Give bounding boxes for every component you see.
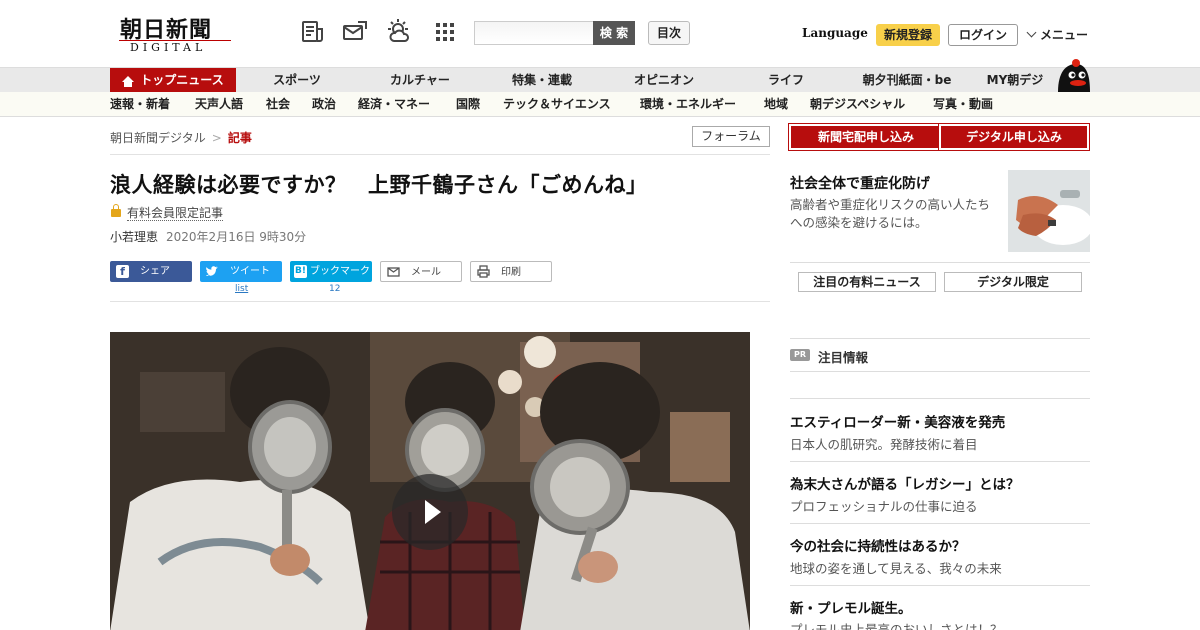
breadcrumb: 朝日新聞デジタル > 記事	[110, 129, 252, 146]
register-button[interactable]: 新規登録	[876, 24, 940, 46]
facebook-share-label: シェア	[140, 266, 170, 277]
breadcrumb-home[interactable]: 朝日新聞デジタル	[110, 131, 206, 145]
nav-paper[interactable]: 朝夕刊紙面・be	[854, 68, 960, 93]
byline: 小若理恵 2020年2月16日 9時30分	[110, 228, 306, 245]
newspaper-icon[interactable]	[300, 19, 326, 45]
paid-member-badge[interactable]: 有料会員限定記事	[111, 204, 224, 221]
language-link[interactable]: Language	[802, 26, 868, 40]
print-icon	[477, 265, 490, 278]
pr-badge: PR	[790, 349, 810, 361]
twitter-share-label: ツイート	[230, 266, 270, 277]
home-icon	[122, 76, 135, 87]
login-button[interactable]: ログイン	[948, 24, 1018, 46]
pr-item-description: 日本人の肌研究。発酵技術に着目	[790, 437, 978, 452]
search-input[interactable]	[474, 21, 594, 45]
facebook-share-button[interactable]: f シェア	[110, 261, 192, 282]
nav-sports[interactable]: スポーツ	[262, 68, 332, 93]
digital-subscribe-button[interactable]: デジタル申し込み	[941, 126, 1087, 148]
pr-item-description: プロフェッショナルの仕事に迫る	[790, 499, 978, 514]
nav-society[interactable]: 社会	[266, 92, 290, 117]
divider	[790, 371, 1090, 372]
print-label: 印刷	[501, 267, 521, 278]
article-headline: 浪人経験は必要ですか？ 上野千鶴子さん「ごめんね」	[110, 173, 648, 197]
facebook-icon: f	[116, 265, 129, 278]
nav-special[interactable]: 朝デジスペシャル	[810, 92, 905, 117]
hatena-icon: B!	[294, 265, 307, 278]
logo-sub-text: DIGITAL	[127, 41, 210, 54]
featured-description: 高齢者や重症化リスクの高い人たちへの感染を避けるには。	[790, 197, 991, 230]
hatena-bookmark-label: ブックマーク	[310, 266, 370, 277]
nav-features[interactable]: 特集・連載	[502, 68, 582, 93]
mail-share-button[interactable]: メール	[380, 261, 462, 282]
nav-tech[interactable]: テック＆サイエンス	[503, 92, 611, 117]
author-name: 小若理恵	[110, 230, 159, 244]
nav-breaking[interactable]: 速報・新着	[110, 92, 170, 117]
nav-international[interactable]: 国際	[456, 92, 480, 117]
breadcrumb-current: 記事	[227, 131, 252, 145]
pr-item-title[interactable]: 為末大さんが語る「レガシー」とは？	[790, 473, 1020, 493]
divider	[790, 398, 1090, 399]
menu-label: メニュー	[1040, 28, 1089, 42]
pr-item-description: プレモル史上最高のおいしさとは！？	[790, 622, 1003, 630]
twitter-share-button[interactable]: ツイート	[200, 261, 282, 282]
pr-item-description: 地球の姿を通して見える、我々の未来	[790, 561, 1002, 576]
secondary-nav: 速報・新着 天声人語 社会 政治 経済・マネー 国際 テック＆サイエンス 環境・…	[0, 92, 1200, 117]
play-button[interactable]	[392, 474, 468, 550]
hatena-count[interactable]: 12	[329, 284, 340, 294]
nav-culture[interactable]: カルチャー	[380, 68, 460, 93]
nav-politics[interactable]: 政治	[312, 92, 336, 117]
nav-top-news-label: トップニュース	[140, 73, 224, 87]
twitter-count[interactable]: list	[235, 284, 248, 294]
mail-icon	[387, 267, 400, 277]
hatena-bookmark-button[interactable]: B! ブックマーク	[290, 261, 372, 282]
site-logo[interactable]: 朝日新聞 DIGITAL	[115, 12, 235, 56]
publish-date: 2020年2月16日 9時30分	[166, 230, 307, 244]
search-button[interactable]: 検 索	[593, 21, 635, 45]
weather-icon[interactable]	[386, 19, 412, 45]
divider	[110, 154, 770, 155]
pr-item-title[interactable]: 今の社会に持続性はあるか？	[790, 535, 966, 555]
toc-button[interactable]: 目次	[648, 21, 690, 45]
print-button[interactable]: 印刷	[470, 261, 552, 282]
divider	[790, 262, 1090, 263]
nav-economy[interactable]: 経済・マネー	[358, 92, 430, 117]
nav-top-news[interactable]: トップニュース	[110, 68, 236, 93]
nav-life[interactable]: ライフ	[756, 68, 816, 93]
pr-item-title[interactable]: 新・プレモル誕生。	[790, 597, 912, 617]
divider	[110, 301, 770, 302]
page: 朝日新聞 DIGITAL 検 索 目次 Language 新規登録 ログイン メ…	[0, 0, 1200, 630]
mascot-icon[interactable]	[1054, 58, 1092, 92]
divider	[790, 338, 1090, 339]
mail-share-label: メール	[411, 267, 441, 278]
nav-my-asahi[interactable]: MY朝デジ	[982, 68, 1048, 93]
primary-nav: トップニュース スポーツ カルチャー 特集・連載 オピニオン ライフ 朝夕刊紙面…	[0, 67, 1200, 93]
grid-icon[interactable]	[432, 19, 458, 45]
menu-button[interactable]: メニュー	[1026, 26, 1089, 43]
tab-paid-news[interactable]: 注目の有料ニュース	[798, 272, 936, 292]
pr-heading: 注目情報	[818, 350, 869, 365]
lock-icon	[111, 204, 121, 217]
mail-icon[interactable]	[342, 19, 368, 45]
tab-digital-only[interactable]: デジタル限定	[944, 272, 1082, 292]
breadcrumb-separator: >	[211, 131, 222, 145]
divider	[790, 523, 1090, 524]
nav-photo-video[interactable]: 写真・動画	[933, 92, 993, 117]
nav-region[interactable]: 地域	[764, 92, 788, 117]
site-header: 朝日新聞 DIGITAL 検 索 目次 Language 新規登録 ログイン メ…	[0, 0, 1200, 66]
featured-title[interactable]: 社会全体で重症化防げ	[790, 173, 930, 193]
twitter-icon	[206, 266, 218, 277]
newspaper-subscribe-button[interactable]: 新聞宅配申し込み	[791, 126, 941, 148]
forum-button[interactable]: フォーラム	[692, 126, 770, 147]
chevron-down-icon	[1026, 27, 1037, 38]
divider	[790, 461, 1090, 462]
featured-thumbnail[interactable]	[1008, 170, 1090, 252]
paid-member-label: 有料会員限定記事	[127, 206, 224, 221]
nav-environment[interactable]: 環境・エネルギー	[640, 92, 736, 117]
nav-opinion[interactable]: オピニオン	[626, 68, 702, 93]
nav-tensei[interactable]: 天声人語	[195, 92, 243, 117]
pr-item-title[interactable]: エスティローダー新・美容液を発売	[790, 411, 1005, 431]
divider	[790, 585, 1090, 586]
